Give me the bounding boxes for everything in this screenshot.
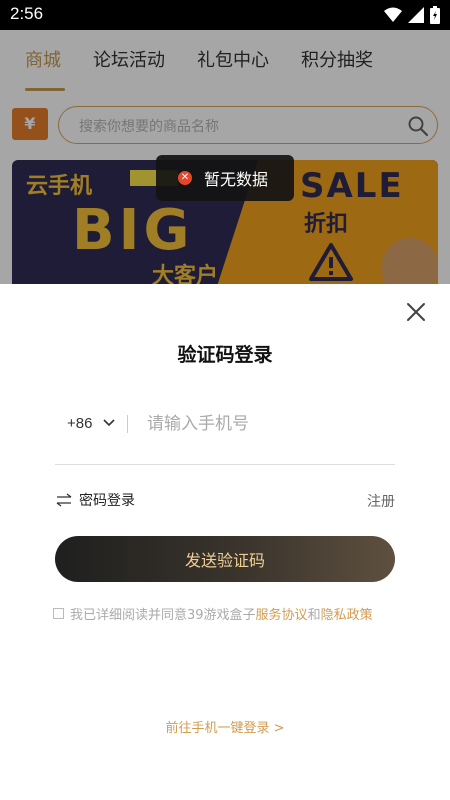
status-icons xyxy=(384,6,440,24)
country-code-selector[interactable]: +86 xyxy=(67,415,92,432)
battery-icon xyxy=(430,6,440,24)
register-link[interactable]: 注册 xyxy=(367,491,395,511)
login-bottom-sheet: 验证码登录 +86 密码登录 注册 发送验证码 我已详细阅读并同意39游戏盒子 … xyxy=(0,284,450,800)
wifi-icon xyxy=(384,7,402,22)
status-time: 2:56 xyxy=(10,4,44,23)
error-circle-icon: ✕ xyxy=(178,171,192,185)
toast-text: 暂无数据 xyxy=(204,170,269,189)
password-login-label: 密码登录 xyxy=(79,493,135,509)
sheet-title: 验证码登录 xyxy=(177,344,273,366)
chevron-down-icon[interactable] xyxy=(103,419,115,427)
agreement-row: 我已详细阅读并同意39游戏盒子 服务协议 和 隐私政策 xyxy=(53,604,373,623)
phone-row: +86 xyxy=(55,409,395,441)
service-agreement-link[interactable]: 服务协议 xyxy=(256,604,308,623)
privacy-policy-link[interactable]: 隐私政策 xyxy=(321,604,373,623)
toast: ✕ 暂无数据 xyxy=(156,155,294,201)
one-click-login-link[interactable]: 前往手机一键登录 > xyxy=(0,717,450,736)
send-code-button[interactable]: 发送验证码 xyxy=(55,536,395,582)
close-icon[interactable] xyxy=(404,300,428,324)
status-bar: 2:56 xyxy=(0,0,450,30)
agreement-checkbox[interactable] xyxy=(53,608,64,619)
agreement-text: 我已详细阅读并同意39游戏盒子 xyxy=(70,608,256,623)
phone-underline xyxy=(55,464,395,465)
password-login-link[interactable]: 密码登录 xyxy=(55,490,135,510)
agreement-and: 和 xyxy=(307,608,321,623)
signal-icon xyxy=(408,7,424,23)
divider xyxy=(127,415,128,433)
phone-input[interactable] xyxy=(147,411,387,437)
swap-icon xyxy=(56,493,72,507)
